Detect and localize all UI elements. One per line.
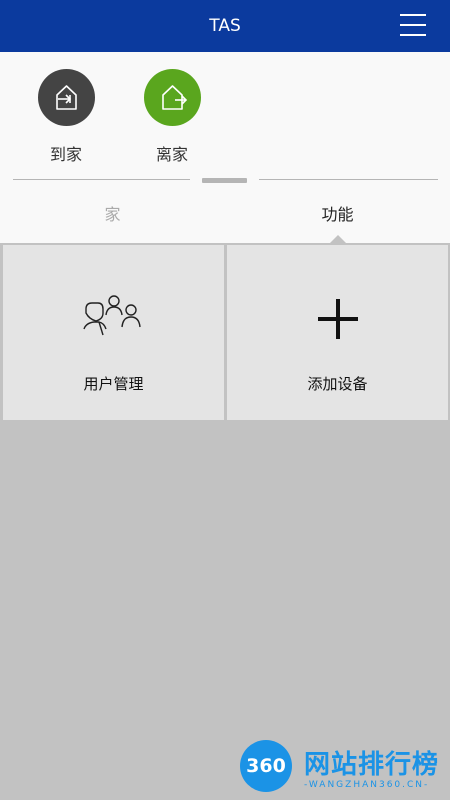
active-tab-indicator: [330, 235, 346, 243]
top-app-bar: TAS: [0, 0, 450, 52]
arrive-home-label: 到家: [49, 145, 82, 164]
tab-home[interactable]: 家: [0, 201, 225, 225]
watermark-360-badge: 360: [240, 740, 292, 792]
user-management-tile[interactable]: 用户管理: [3, 245, 224, 420]
hamburger-menu-icon[interactable]: [398, 14, 428, 36]
menu-line: [400, 34, 426, 36]
divider: [13, 179, 190, 180]
plus-icon: [227, 295, 448, 347]
menu-line: [400, 14, 426, 16]
drag-handle[interactable]: [202, 178, 247, 183]
watermark-title: 网站排行榜: [304, 750, 440, 780]
arrive-home-icon: [37, 69, 95, 126]
leave-home-icon: [143, 69, 201, 126]
add-device-label: 添加设备: [307, 375, 368, 393]
function-grid: 用户管理 添加设备: [0, 243, 450, 421]
watermark-logo: 360 网站排行榜 -WANGZHAN360.CN-: [238, 738, 446, 798]
add-device-tile[interactable]: 添加设备: [227, 245, 448, 420]
user-management-label: 用户管理: [83, 375, 144, 393]
arrive-home-button[interactable]: 到家: [26, 69, 106, 165]
watermark-subtitle: -WANGZHAN360.CN-: [304, 780, 430, 790]
users-icon: [3, 295, 224, 347]
leave-home-button[interactable]: 离家: [132, 69, 212, 165]
divider: [259, 179, 438, 180]
mode-panel: 到家 离家 家 功能: [0, 52, 450, 243]
menu-line: [400, 24, 426, 26]
leave-home-label: 离家: [155, 145, 188, 164]
tab-functions[interactable]: 功能: [225, 201, 450, 225]
app-title: TAS: [209, 16, 241, 36]
